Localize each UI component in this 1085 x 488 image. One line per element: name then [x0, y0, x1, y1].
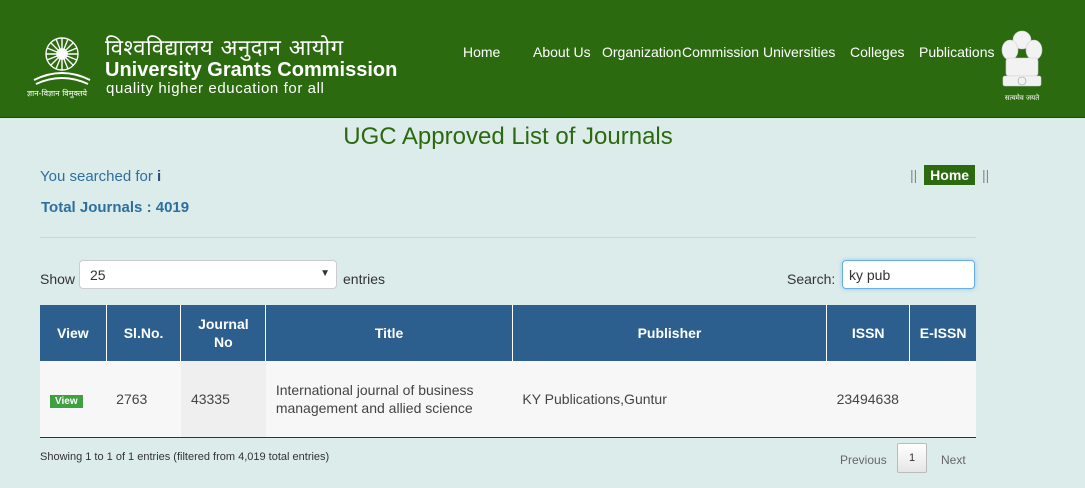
search-label: Search:: [787, 271, 836, 287]
show-label: Show: [40, 271, 76, 287]
table-header-row: View Sl.No. Journal No Title Publisher I…: [40, 305, 976, 361]
col-view[interactable]: View: [40, 305, 107, 361]
pagination-previous[interactable]: Previous: [840, 453, 887, 467]
page-title: UGC Approved List of Journals: [343, 123, 673, 150]
nav-about-us[interactable]: About Us: [533, 44, 591, 60]
divider: [40, 237, 976, 238]
cell-title: International journal of business manage…: [265, 361, 513, 438]
search-summary: You searched for i: [40, 168, 161, 185]
emblem-motto: सत्यमेव जयते: [1005, 93, 1040, 102]
chevron-down-icon: ▼: [320, 268, 330, 279]
col-publisher[interactable]: Publisher: [511, 305, 827, 361]
nav-colleges[interactable]: Colleges: [850, 44, 904, 60]
search-summary-term: i: [157, 168, 162, 185]
ugc-hindi-name: विश्वविद्यालय अनुदान आयोग: [105, 36, 344, 61]
site-header: विश्वविद्यालय अनुदान आयोग University Gra…: [0, 0, 1085, 118]
national-emblem-icon: सत्यमेव जयते: [1001, 30, 1043, 102]
cell-sl-no: 2763: [106, 361, 181, 438]
ugc-english-name[interactable]: University Grants Commission: [105, 59, 397, 82]
table-row: View 2763 43335 International journal of…: [40, 361, 976, 438]
search-summary-prefix: You searched for: [40, 168, 153, 185]
page-size-select[interactable]: 25 ▼: [79, 260, 337, 289]
page-size-value: 25: [90, 267, 106, 283]
col-issn[interactable]: ISSN: [826, 305, 910, 361]
pagination-next[interactable]: Next: [941, 453, 966, 467]
home-button[interactable]: Home: [924, 165, 976, 185]
col-title[interactable]: Title: [265, 305, 513, 361]
nav-home[interactable]: Home: [463, 44, 500, 60]
table-info: Showing 1 to 1 of 1 entries (filtered fr…: [40, 451, 330, 463]
nav-organization[interactable]: Organization: [602, 44, 681, 60]
nav-universities[interactable]: Universities: [763, 44, 835, 60]
cell-eissn: [909, 361, 976, 438]
col-journal-no[interactable]: Journal No: [180, 305, 266, 361]
pagination-page-1[interactable]: 1: [897, 443, 927, 473]
journals-table: View Sl.No. Journal No Title Publisher I…: [40, 305, 976, 438]
home-link-group: || Home ||: [910, 165, 989, 185]
col-eissn[interactable]: E-ISSN: [909, 305, 976, 361]
nav-commission[interactable]: Commission: [682, 44, 759, 60]
nav-publications[interactable]: Publications: [919, 44, 995, 60]
view-button[interactable]: View: [50, 394, 83, 408]
cell-publisher: KY Publications,Guntur: [512, 361, 827, 438]
separator-right: ||: [981, 167, 990, 183]
total-journals: Total Journals : 4019: [41, 199, 190, 216]
entries-label: entries: [343, 271, 386, 287]
separator-left: ||: [910, 167, 918, 183]
cell-journal-no: 43335: [180, 361, 266, 438]
cell-view: View: [40, 361, 107, 438]
col-sl-no[interactable]: Sl.No.: [105, 305, 181, 361]
ugc-motto: ज्ञान-विज्ञान विमुक्तये: [27, 89, 88, 98]
search-input[interactable]: [842, 260, 975, 289]
ugc-tagline: quality higher education for all: [106, 80, 325, 97]
cell-issn: 23494638: [826, 361, 910, 438]
